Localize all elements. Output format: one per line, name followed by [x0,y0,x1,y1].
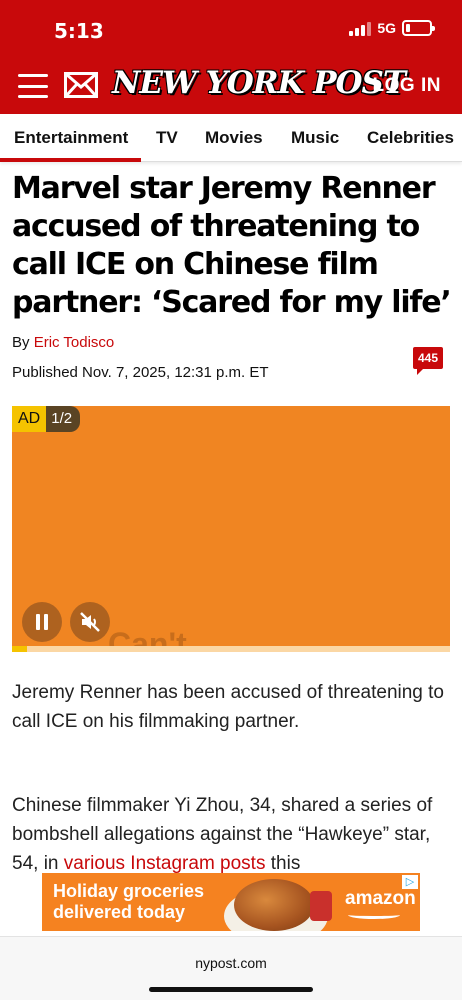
ad-tag: AD [12,406,47,432]
banner-ad-copy: Holiday groceries delivered today [53,881,204,923]
article-paragraph: Chinese filmmaker Yi Zhou, 34, shared a … [12,791,450,878]
article-headline: Marvel star Jeremy Renner accused of thr… [12,170,452,322]
browser-bottom-bar: nypost.com [0,936,462,1000]
nav-item-tv[interactable]: TV [156,128,178,148]
battery-icon [402,20,435,36]
headline-line: Marvel star Jeremy Renner [12,171,436,206]
adchoices-icon[interactable]: ▷ [402,875,418,889]
site-logo[interactable]: NEW YORK POST [112,65,406,101]
nav-item-movies[interactable]: Movies [205,128,263,148]
nav-item-celebrities[interactable]: Celebrities [367,128,454,148]
headline-line: partner: ‘Scared for my life’ [12,285,452,320]
amazon-logo: amazon [345,888,416,909]
muted-speaker-icon [80,612,100,632]
banner-ad[interactable]: Holiday groceries delivered today amazon… [42,873,420,931]
publish-date: Published Nov. 7, 2025, 12:31 p.m. ET [12,364,269,381]
network-type: 5G [377,20,396,36]
ad-count: 1/2 [46,406,81,432]
headline-line: call ICE on Chinese film [12,247,379,282]
headline-line: accused of threatening to [12,209,420,244]
url-bar[interactable]: nypost.com [0,955,462,971]
byline-prefix: By [12,334,30,351]
paragraph-text: this [270,853,301,874]
pause-button[interactable] [22,602,62,642]
turkey-image [234,879,314,931]
hamburger-menu-icon[interactable] [18,74,48,98]
comment-count-badge[interactable]: 445 [413,347,443,375]
article-paragraph: Jeremy Renner has been accused of threat… [12,682,444,732]
active-tab-indicator [0,158,141,162]
amazon-smile-icon [348,911,400,919]
ad-progress-fill [12,646,28,652]
byline: By Eric Todisco [12,334,114,351]
nav-item-entertainment[interactable]: Entertainment [14,128,128,148]
status-indicators: 5G [349,20,435,36]
status-bar: 5:13 5G [0,0,462,58]
battery-level [406,24,410,32]
banner-line: delivered today [53,902,186,922]
instagram-posts-link[interactable]: various Instagram posts [64,853,266,874]
cellular-signal-icon [349,20,372,36]
ad-progress-bar [12,646,450,652]
author-link[interactable]: Eric Todisco [34,334,115,351]
video-ad[interactable]: AD 1/2 Can't [12,406,450,652]
home-indicator[interactable] [149,987,313,992]
sauce-jar-image [310,891,332,921]
pause-icon [36,614,48,630]
section-nav: Entertainment TV Movies Music Celebritie… [0,114,462,162]
status-time: 5:13 [54,19,104,43]
envelope-icon[interactable] [64,72,98,103]
mute-button[interactable] [70,602,110,642]
banner-line: Holiday groceries [53,881,205,901]
ad-label: AD 1/2 [12,406,81,432]
nav-item-music[interactable]: Music [291,128,339,148]
login-button[interactable]: LOG IN [373,75,441,97]
site-header: NEW YORK POST LOG IN [0,58,462,114]
